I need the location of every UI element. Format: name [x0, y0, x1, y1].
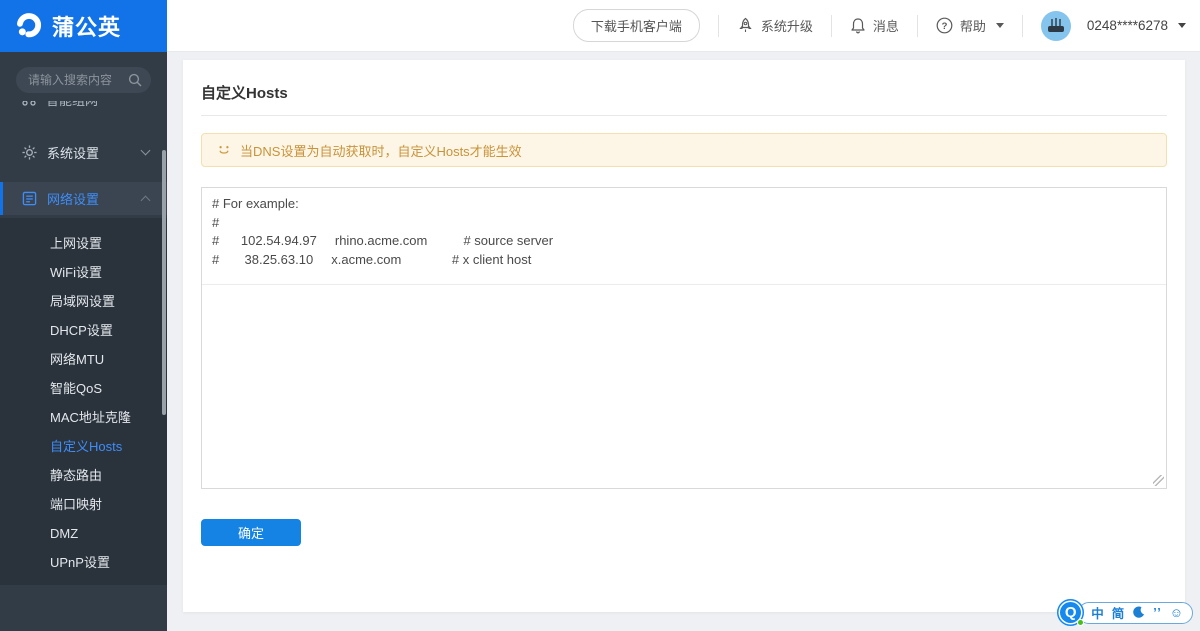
topbar-divider	[917, 15, 918, 37]
ime-punctuation-toggle[interactable]: ’’	[1153, 606, 1161, 620]
chevron-down-icon	[141, 146, 151, 156]
sidebar-item-wan-settings[interactable]: 上网设置	[0, 229, 167, 258]
hosts-inner-divider	[202, 284, 1166, 285]
help-menu[interactable]: ? 帮助	[936, 16, 1004, 35]
ime-simplified-toggle[interactable]: 简	[1112, 603, 1125, 622]
search-icon[interactable]	[128, 73, 142, 87]
dns-notice-banner: 当DNS设置为自动获取时，自定义Hosts才能生效	[201, 133, 1167, 167]
topbar-divider	[831, 15, 832, 37]
moon-icon[interactable]	[1132, 606, 1145, 619]
router-icon	[1047, 18, 1065, 34]
hosts-textarea[interactable]: # For example: # # 102.54.94.97 rhino.ac…	[201, 187, 1167, 489]
messages-button[interactable]: 消息	[850, 16, 899, 35]
sidebar-item-port-mapping[interactable]: 端口映射	[0, 490, 167, 519]
sidebar-search	[16, 67, 151, 93]
network-nodes-icon	[22, 101, 36, 106]
caret-down-icon	[996, 23, 1004, 28]
sidebar-item-dhcp-settings[interactable]: DHCP设置	[0, 316, 167, 345]
ime-logo-button[interactable]: Q	[1057, 599, 1084, 626]
sidebar-item-wifi-settings[interactable]: WiFi设置	[0, 258, 167, 287]
gear-icon	[22, 145, 37, 160]
svg-text:?: ?	[941, 21, 947, 32]
avatar	[1041, 11, 1071, 41]
help-label: 帮助	[960, 16, 986, 35]
brand-name: 蒲公英	[52, 10, 121, 42]
title-divider	[201, 115, 1167, 116]
messages-label: 消息	[873, 16, 899, 35]
sidebar-item-mac-clone[interactable]: MAC地址克隆	[0, 403, 167, 432]
system-upgrade-label: 系统升级	[761, 16, 813, 35]
sidebar-item-clipped[interactable]: 智能组网	[0, 101, 167, 114]
ime-emoji-button[interactable]: ☺	[1170, 605, 1183, 620]
textarea-resize-handle[interactable]	[1153, 475, 1164, 486]
app-window: 蒲公英 智能组网	[0, 0, 1200, 631]
ime-toolbar: Q 中 简 ’’ ☺	[1057, 599, 1193, 626]
hosts-example-text: # For example: # # 102.54.94.97 rhino.ac…	[202, 188, 1166, 276]
sidebar-item-system-settings[interactable]: 系统设置	[0, 136, 167, 169]
sidebar-item-network-settings[interactable]: 网络设置	[0, 182, 167, 215]
brand-logo-icon	[14, 11, 44, 41]
sidebar-item-label: 系统设置	[47, 143, 99, 162]
dns-notice-text: 当DNS设置为自动获取时，自定义Hosts才能生效	[240, 141, 522, 160]
custom-hosts-card: 自定义Hosts 当DNS设置为自动获取时，自定义Hosts才能生效 # For…	[183, 60, 1185, 612]
sidebar-item-smart-qos[interactable]: 智能QoS	[0, 374, 167, 403]
ime-status-dot	[1077, 619, 1084, 626]
network-settings-submenu: 上网设置 WiFi设置 局域网设置 DHCP设置 网络MTU 智能QoS MAC…	[0, 218, 167, 585]
topbar: 下载手机客户端 系统升级 消息 ?	[167, 0, 1200, 52]
sidebar-item-upnp-settings[interactable]: UPnP设置	[0, 548, 167, 577]
sidebar-item-label: 网络设置	[47, 189, 99, 208]
page-title: 自定义Hosts	[201, 82, 1167, 103]
sidebar-item-network-mtu[interactable]: 网络MTU	[0, 345, 167, 374]
sidebar-item-lan-settings[interactable]: 局域网设置	[0, 287, 167, 316]
content-area: 自定义Hosts 当DNS设置为自动获取时，自定义Hosts才能生效 # For…	[167, 52, 1200, 631]
sidebar-item-static-route[interactable]: 静态路由	[0, 461, 167, 490]
rocket-icon	[737, 17, 754, 34]
chevron-up-icon	[141, 196, 151, 206]
account-menu[interactable]: 0248****6278	[1041, 11, 1186, 41]
ime-logo-letter: Q	[1065, 604, 1077, 621]
topbar-divider	[1022, 15, 1023, 37]
account-id: 0248****6278	[1087, 18, 1168, 33]
question-circle-icon: ?	[936, 17, 953, 34]
bell-icon	[850, 17, 866, 34]
list-panel-icon	[22, 191, 37, 206]
download-app-button[interactable]: 下载手机客户端	[573, 9, 700, 42]
topbar-divider	[718, 15, 719, 37]
sidebar-item-label: 智能组网	[46, 101, 98, 109]
sidebar-item-dmz[interactable]: DMZ	[0, 519, 167, 548]
caret-down-icon	[1178, 23, 1186, 28]
brand-header[interactable]: 蒲公英	[0, 0, 167, 52]
ime-chinese-mode-toggle[interactable]: 中	[1091, 603, 1104, 622]
smiley-icon	[217, 143, 231, 157]
sidebar-scrollbar[interactable]	[162, 150, 166, 415]
system-upgrade-button[interactable]: 系统升级	[737, 16, 813, 35]
confirm-button[interactable]: 确定	[201, 519, 301, 546]
sidebar-item-custom-hosts[interactable]: 自定义Hosts	[0, 432, 167, 461]
sidebar: 蒲公英 智能组网	[0, 0, 167, 631]
ime-options-bar: 中 简 ’’ ☺	[1078, 602, 1193, 624]
